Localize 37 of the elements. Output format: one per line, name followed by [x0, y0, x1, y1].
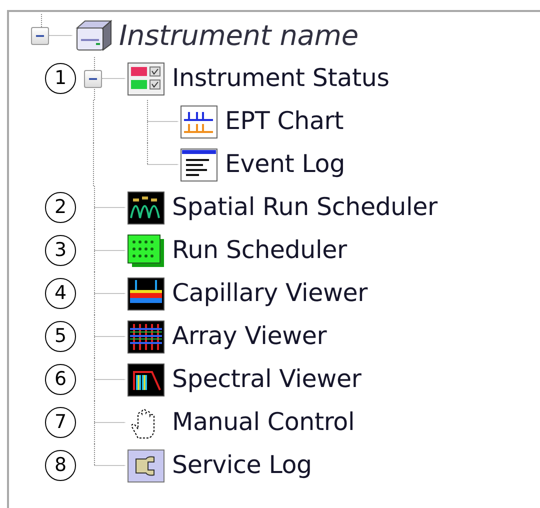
grid-icon: [125, 232, 167, 268]
callout-number: 2: [45, 192, 76, 223]
callout-number: 7: [45, 407, 76, 438]
callout-number: 1: [45, 63, 76, 94]
tree-connector: [94, 272, 125, 315]
tree-item-label[interactable]: Array Viewer: [172, 318, 327, 355]
tree-item-label[interactable]: Spatial Run Scheduler: [172, 189, 438, 226]
callout-number: 3: [45, 235, 76, 266]
collapse-toggle[interactable]: [84, 70, 102, 88]
spectrum-icon: [125, 362, 167, 398]
tree-item-label[interactable]: Instrument name: [119, 14, 358, 56]
tree-item-label[interactable]: Run Scheduler: [172, 232, 347, 269]
peaks-icon: [125, 190, 167, 226]
tree-item-label[interactable]: Spectral Viewer: [172, 361, 362, 398]
tree-item-label[interactable]: Service Log: [172, 447, 312, 484]
tree-item-label[interactable]: Capillary Viewer: [172, 275, 368, 312]
tree-connector: [94, 358, 125, 401]
tree-item-label[interactable]: Manual Control: [172, 404, 355, 441]
callout-number: 4: [45, 278, 76, 309]
log-icon: [178, 146, 220, 182]
tree-connector: [94, 315, 125, 358]
tree-item-label[interactable]: Instrument Status: [172, 60, 390, 97]
tree-connector: [94, 229, 125, 272]
wrench-icon: [125, 448, 167, 484]
tree-item-label[interactable]: Event Log: [225, 146, 345, 183]
callout-number: 6: [45, 364, 76, 395]
callout-number: 5: [45, 321, 76, 352]
tree-item-label[interactable]: EPT Chart: [225, 103, 344, 140]
tree-connector: [41, 14, 72, 36]
chart-icon: [178, 104, 220, 140]
collapse-toggle[interactable]: [31, 26, 49, 44]
status-grid-icon: [125, 60, 167, 96]
minus-icon: [88, 78, 98, 80]
heatmap-icon: [125, 276, 167, 312]
array-icon: [125, 318, 167, 354]
minus-icon: [35, 34, 45, 36]
callout-number: 8: [45, 450, 76, 481]
